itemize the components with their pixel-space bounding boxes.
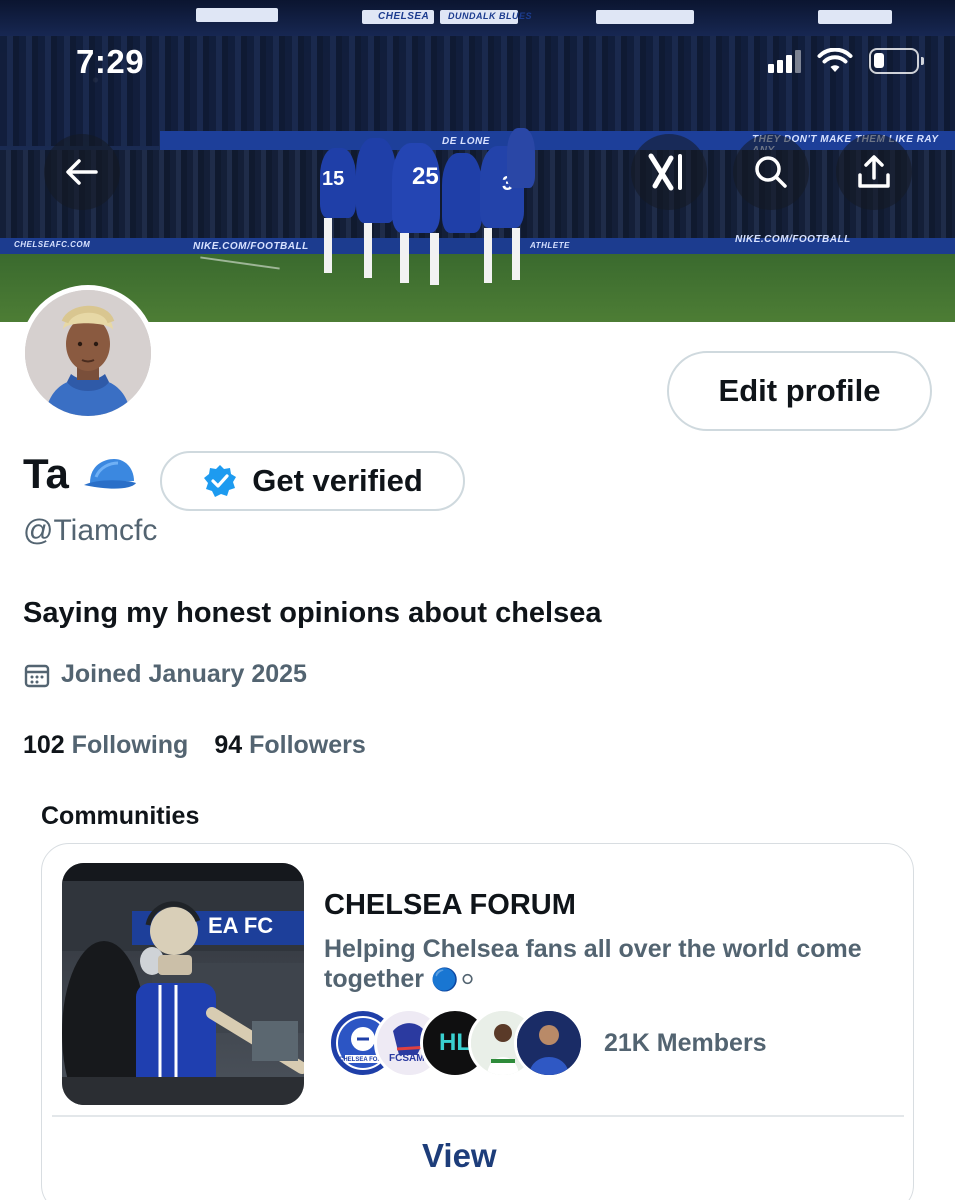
player-legs <box>484 228 492 283</box>
back-button[interactable] <box>44 134 120 210</box>
get-verified-label: Get verified <box>252 463 423 498</box>
profile-avatar[interactable] <box>20 285 156 421</box>
member-avatars: CHELSEA FORUM FCSAM HL <box>328 1008 588 1078</box>
community-name[interactable]: CHELSEA FORUM <box>324 889 576 922</box>
member-photo <box>517 1011 581 1075</box>
communities-heading: Communities <box>41 802 200 830</box>
view-community-button[interactable]: View <box>422 1137 497 1175</box>
profile-handle: @Tiamcfc <box>23 514 158 547</box>
joined-date-text: Joined January 2025 <box>61 660 307 688</box>
banner-ad-text: NIKE.COM/FOOTBALL <box>735 234 851 245</box>
community-description-text: Helping Chelsea fans all over the world … <box>324 935 862 993</box>
member-avatar-text: HL <box>439 1029 471 1056</box>
search-button[interactable] <box>733 134 809 210</box>
player-legs <box>430 233 439 285</box>
followers-count: 94 <box>214 731 243 759</box>
community-card[interactable]: EA FC CHELSEA FORUM Helping Chelsea fans… <box>41 843 914 1200</box>
stadium-sign <box>196 8 278 22</box>
community-members-count: 21K Members <box>604 1029 767 1057</box>
edit-profile-button[interactable]: Edit profile <box>667 351 932 431</box>
player-legs <box>324 218 332 273</box>
joined-date: Joined January 2025 <box>23 660 307 689</box>
battery-icon <box>869 48 924 74</box>
display-name: Ta <box>23 450 69 497</box>
player <box>442 153 482 233</box>
avatar-photo <box>25 290 151 416</box>
community-emoji: 🔵⚪ <box>430 967 477 992</box>
stadium-sign <box>818 10 892 24</box>
community-image-text: EA FC <box>208 913 274 938</box>
get-verified-button[interactable]: Get verified <box>160 451 465 511</box>
followers-link[interactable]: 94 Followers <box>214 731 365 760</box>
banner-ad-text: CHELSEAFC.COM <box>14 240 91 249</box>
community-image: EA FC <box>62 863 304 1105</box>
status-time: 7:29 <box>76 43 145 80</box>
following-count: 102 <box>23 731 65 759</box>
shirt-number: 25 <box>412 163 439 190</box>
wifi-icon <box>817 48 853 72</box>
player <box>356 138 396 223</box>
banner-ad-text: CHELSEA <box>378 11 430 22</box>
player-legs <box>512 228 520 280</box>
player-legs <box>400 233 409 283</box>
profile-bio: Saying my honest opinions about chelsea <box>23 597 602 629</box>
status-icons <box>768 48 924 74</box>
member-avatar-text: FCSAM <box>389 1053 425 1064</box>
member-avatar <box>514 1008 584 1078</box>
stadium-sign <box>596 10 694 24</box>
community-photo <box>62 863 304 1105</box>
shirt-number: 15 <box>322 168 345 190</box>
back-arrow-icon <box>66 159 98 185</box>
followers-label: Followers <box>249 731 366 759</box>
follow-stats: 102 Following 94 Followers <box>23 731 366 760</box>
share-icon <box>858 155 890 188</box>
calendar-icon <box>24 664 50 687</box>
verified-badge-icon <box>204 465 237 497</box>
blue-cap-icon <box>84 459 136 489</box>
share-button[interactable] <box>836 134 912 210</box>
banner-ad-text: NIKE.COM/FOOTBALL <box>193 241 309 252</box>
players-celebrating: 15 25 3 <box>312 128 542 293</box>
banner-ad-text: DUNDALK BLUES <box>448 11 532 21</box>
search-icon <box>755 156 787 188</box>
grok-icon <box>648 153 682 191</box>
cellular-signal-icon <box>768 49 801 73</box>
grok-button[interactable] <box>631 134 707 210</box>
community-description: Helping Chelsea fans all over the world … <box>324 934 864 995</box>
following-label: Following <box>71 731 189 759</box>
card-divider <box>52 1115 904 1117</box>
player <box>507 128 535 188</box>
following-link[interactable]: 102 Following <box>23 731 188 760</box>
player-legs <box>364 223 372 278</box>
